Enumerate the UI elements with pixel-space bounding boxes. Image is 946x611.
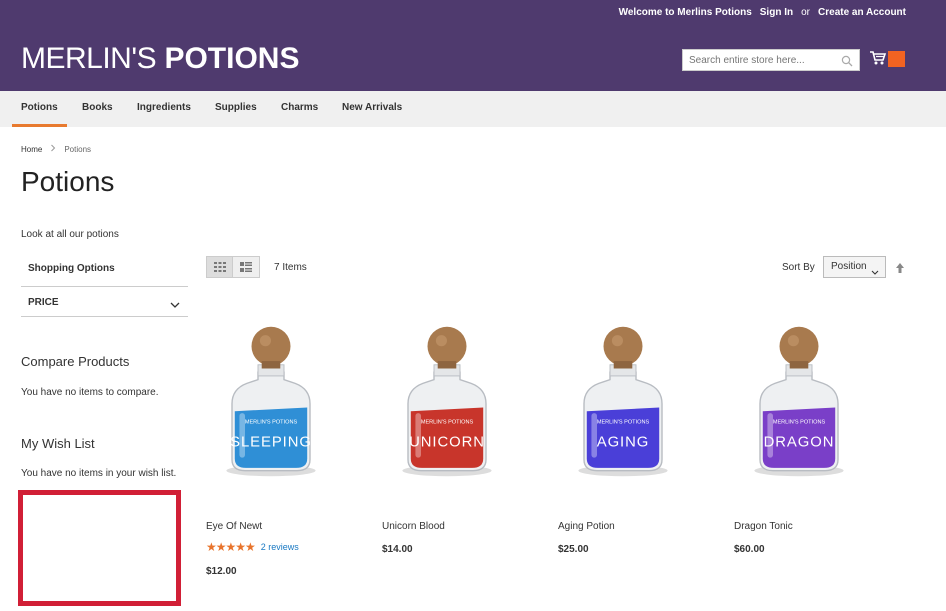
cork-highlight xyxy=(259,335,271,347)
bottle-brand-label: MERLIN'S POTIONS xyxy=(421,419,474,425)
nav-item-books[interactable]: Books xyxy=(82,91,113,127)
nav-item-charms[interactable]: Charms xyxy=(281,91,318,127)
shopping-options-heading: Shopping Options xyxy=(28,263,115,274)
site-logo[interactable]: MERLIN'S POTIONS xyxy=(21,42,299,76)
product-image[interactable]: MERLIN'S POTIONS AGING xyxy=(558,316,688,486)
highlight-box xyxy=(18,490,181,606)
price-filter[interactable]: PRICE xyxy=(21,286,188,317)
or-text: or xyxy=(801,7,811,18)
nav-item-new-arrivals[interactable]: New Arrivals xyxy=(342,91,402,127)
product-price: $25.00 xyxy=(558,544,589,555)
main-nav: Potions Books Ingredients Supplies Charm… xyxy=(0,91,946,127)
chevron-down-icon xyxy=(170,296,180,314)
item-count: 7 Items xyxy=(274,262,307,273)
nav-item-ingredients[interactable]: Ingredients xyxy=(137,91,191,127)
search-input[interactable] xyxy=(683,50,833,71)
page-title: Potions xyxy=(21,166,115,197)
cork-base xyxy=(437,361,457,369)
product-card: MERLIN'S POTIONS UNICORN Unicorn Blood $1… xyxy=(382,316,552,555)
cork-stopper xyxy=(427,326,467,366)
price-filter-label: PRICE xyxy=(28,297,59,308)
product-card: MERLIN'S POTIONS DRAGON Dragon Tonic $60.… xyxy=(734,316,904,555)
cork-highlight xyxy=(611,335,623,347)
product-image[interactable]: MERLIN'S POTIONS DRAGON xyxy=(734,316,864,486)
cork-stopper xyxy=(603,326,643,366)
sort-by-select[interactable]: Position xyxy=(823,256,886,278)
create-account-link[interactable]: Create an Account xyxy=(818,7,906,18)
wish-list-empty: You have no items in your wish list. xyxy=(21,468,177,479)
sort-direction-arrow-icon[interactable] xyxy=(895,261,905,279)
product-name[interactable]: Dragon Tonic xyxy=(734,521,793,532)
sort-by-label: Sort By xyxy=(782,262,815,273)
product-card: MERLIN'S POTIONS SLEEPING Eye Of Newt ★★★… xyxy=(206,316,376,577)
logo-text-bold: POTIONS xyxy=(164,42,300,75)
wish-list-title: My Wish List xyxy=(21,436,95,451)
search-icon[interactable] xyxy=(841,54,853,72)
cart-icon[interactable] xyxy=(869,50,887,71)
cart-badge[interactable] xyxy=(888,51,905,67)
cork-base xyxy=(613,361,633,369)
logo-text-light: MERLIN'S xyxy=(21,42,157,75)
bottle-name-label: SLEEPING xyxy=(230,435,312,451)
breadcrumb-home[interactable]: Home xyxy=(21,145,42,154)
cork-highlight xyxy=(787,335,799,347)
breadcrumb-separator-icon xyxy=(50,144,56,154)
sign-in-link[interactable]: Sign In xyxy=(760,7,793,18)
category-description: Look at all our potions xyxy=(21,229,119,240)
cork-base xyxy=(789,361,809,369)
grid-view-icon[interactable] xyxy=(207,257,233,277)
search-box xyxy=(682,49,860,71)
product-image[interactable]: MERLIN'S POTIONS SLEEPING xyxy=(206,316,336,486)
bottle-name-label: DRAGON xyxy=(764,435,835,451)
bottle-brand-label: MERLIN'S POTIONS xyxy=(245,419,298,425)
product-price: $14.00 xyxy=(382,544,413,555)
bottle-name-label: AGING xyxy=(597,435,649,451)
cork-base xyxy=(261,361,281,369)
product-price: $60.00 xyxy=(734,544,765,555)
reviews-link[interactable]: 2 reviews xyxy=(261,542,299,552)
compare-products-empty: You have no items to compare. xyxy=(21,387,159,398)
compare-products-title: Compare Products xyxy=(21,354,130,369)
product-name[interactable]: Unicorn Blood xyxy=(382,521,445,532)
bottle-brand-label: MERLIN'S POTIONS xyxy=(773,419,826,425)
site-header: Welcome to Merlins Potions Sign In or Cr… xyxy=(0,0,946,91)
bottle-name-label: UNICORN xyxy=(409,435,485,451)
bottle-brand-label: MERLIN'S POTIONS xyxy=(597,419,650,425)
view-mode-toggle xyxy=(206,256,260,278)
header-links: Welcome to Merlins Potions Sign In or Cr… xyxy=(619,7,906,18)
welcome-message: Welcome to Merlins Potions xyxy=(618,7,752,18)
product-name[interactable]: Aging Potion xyxy=(558,521,615,532)
list-view-icon[interactable] xyxy=(233,257,259,277)
product-rating: ★★★★★ 2 reviews xyxy=(206,540,299,554)
product-image[interactable]: MERLIN'S POTIONS UNICORN xyxy=(382,316,512,486)
nav-item-supplies[interactable]: Supplies xyxy=(215,91,257,127)
cork-stopper xyxy=(779,326,819,366)
cork-stopper xyxy=(251,326,291,366)
product-name[interactable]: Eye Of Newt xyxy=(206,521,262,532)
breadcrumb-current: Potions xyxy=(64,144,92,154)
rating-stars-icon: ★★★★★ xyxy=(206,540,256,554)
sort-by-value: Position xyxy=(831,261,867,272)
product-price: $12.00 xyxy=(206,566,237,577)
cork-highlight xyxy=(435,335,447,347)
breadcrumb: Home Potions xyxy=(21,144,91,154)
chevron-down-icon xyxy=(871,264,879,284)
product-card: MERLIN'S POTIONS AGING Aging Potion $25.0… xyxy=(558,316,728,555)
nav-item-potions[interactable]: Potions xyxy=(12,91,67,127)
